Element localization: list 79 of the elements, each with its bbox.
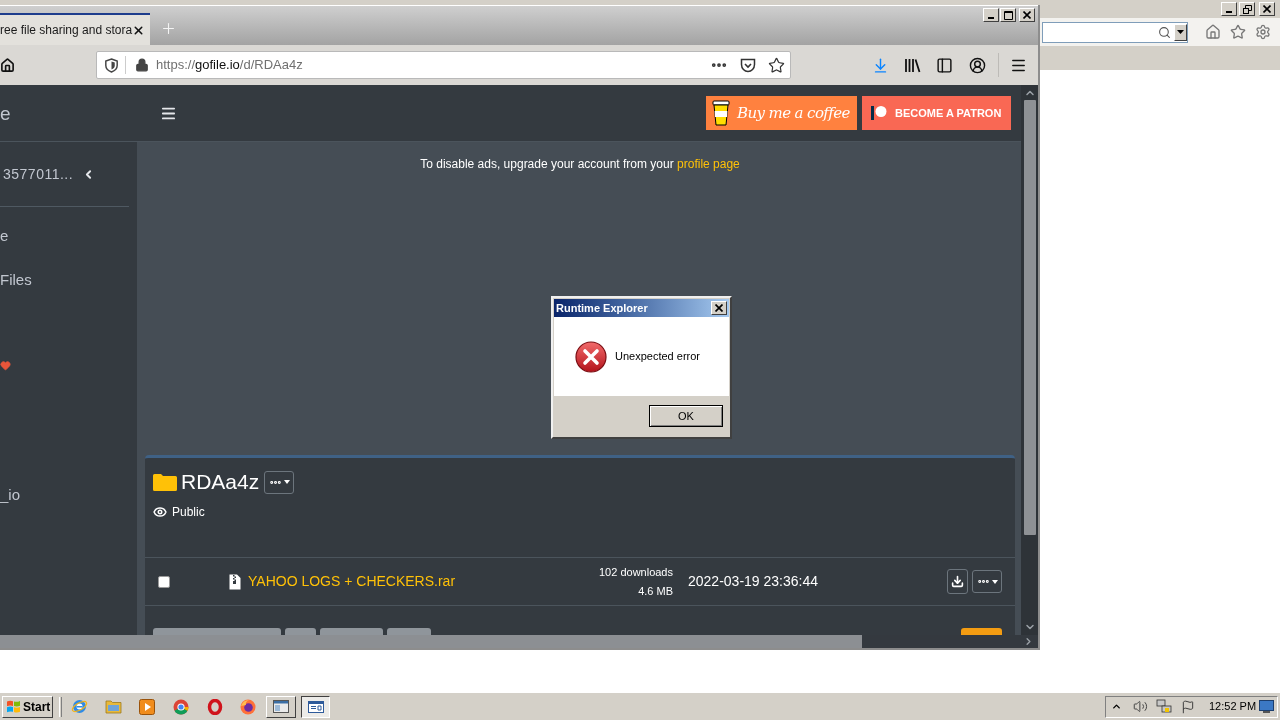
file-name-link[interactable]: YAHOO LOGS + CHECKERS.rar (248, 571, 599, 592)
dialog-close-button[interactable] (711, 301, 727, 315)
error-icon (575, 340, 607, 373)
minimize-button[interactable] (983, 8, 999, 22)
opera-icon[interactable] (207, 698, 223, 715)
close-icon (1023, 11, 1031, 19)
visibility-label: Public (172, 504, 205, 521)
browser-tab[interactable]: ree file sharing and stora (0, 13, 150, 45)
caret-icon (283, 480, 290, 484)
shield-icon[interactable] (105, 57, 118, 73)
browser-logo-icon[interactable] (71, 698, 88, 715)
heart-icon[interactable] (0, 360, 11, 371)
settings-icon[interactable] (1255, 24, 1271, 40)
folder-name: RDAa4z (181, 470, 260, 494)
ok-button[interactable]: OK (649, 405, 723, 427)
account-icon[interactable] (969, 56, 986, 74)
zip-file-icon (229, 573, 241, 590)
minimize-icon (1226, 11, 1232, 13)
pocket-icon[interactable] (740, 57, 756, 73)
horizontal-scrollbar[interactable] (0, 635, 1038, 648)
bookmark-star-icon[interactable] (768, 56, 785, 74)
windows-flag-icon (6, 700, 21, 713)
coffee-cup-icon (712, 100, 730, 126)
dialog-title: Runtime Explorer (556, 300, 648, 316)
search-field[interactable] (1042, 21, 1188, 43)
profile-page-link[interactable]: profile page (677, 157, 740, 171)
dialog-message: Unexpected error (615, 349, 700, 365)
close-button[interactable] (1019, 8, 1035, 22)
file-size: 4.6 MB (638, 583, 673, 599)
scroll-right-icon[interactable] (1023, 636, 1034, 647)
lock-icon[interactable] (135, 58, 149, 72)
library-icon[interactable] (904, 57, 921, 73)
star-icon[interactable] (1230, 24, 1246, 40)
restore-icon (1242, 4, 1252, 14)
window-icon (273, 700, 289, 713)
folder-options-button[interactable] (264, 470, 295, 494)
show-desktop-icon[interactable] (1259, 700, 1274, 713)
close-icon (1263, 5, 1271, 13)
chevron-up-icon[interactable] (1111, 701, 1122, 712)
flag-icon[interactable] (1181, 699, 1195, 714)
clock[interactable]: 12:52 PM (1209, 698, 1257, 715)
network-icon[interactable] (1156, 699, 1172, 714)
sidebar-link[interactable]: e (0, 214, 137, 258)
address-bar[interactable]: https://gofile.io/d/RDAa4z (96, 51, 791, 79)
chrome-icon[interactable] (173, 698, 189, 715)
maximize-icon (1003, 10, 1013, 20)
maximize-button[interactable] (1000, 8, 1016, 22)
media-player-icon[interactable] (139, 698, 155, 715)
close-icon (715, 304, 723, 312)
upload-date: 2022-03-19 23:36:44 (688, 572, 819, 591)
dropdown-button[interactable] (1174, 23, 1187, 41)
account-id: 3577011... (2, 164, 74, 184)
window-icon (307, 700, 324, 713)
caret-icon (1177, 30, 1184, 34)
eye-icon (153, 505, 167, 519)
taskbar-active-button[interactable] (301, 695, 330, 718)
search-icon[interactable] (1158, 25, 1171, 39)
firefox-icon[interactable] (240, 698, 256, 715)
download-icon (951, 575, 964, 588)
download-count: 102 downloads (599, 564, 673, 580)
scrollbar-thumb[interactable] (1023, 100, 1036, 535)
file-options-button[interactable] (972, 570, 1002, 593)
download-icon[interactable] (872, 56, 889, 74)
taskbar-window-button[interactable] (266, 695, 296, 718)
sidebar-footer-link[interactable]: _io (0, 485, 137, 505)
home-icon[interactable] (0, 57, 15, 73)
speaker-icon[interactable] (1133, 699, 1148, 714)
brand-name[interactable]: e (0, 103, 11, 123)
caret-icon (991, 579, 998, 584)
file-checkbox[interactable] (158, 575, 170, 588)
sidebar-icon[interactable] (936, 56, 953, 74)
scrollbar-thumb[interactable] (0, 635, 862, 648)
ads-notice: To disable ads, upgrade your account from your profile page (420, 157, 740, 171)
download-button[interactable] (947, 569, 968, 594)
start-button[interactable]: Start (2, 695, 53, 718)
folder-icon (153, 473, 177, 491)
sidebar-link[interactable]: Files (0, 258, 137, 302)
patreon-logo-icon (871, 105, 887, 121)
vertical-scrollbar[interactable] (1021, 85, 1038, 635)
